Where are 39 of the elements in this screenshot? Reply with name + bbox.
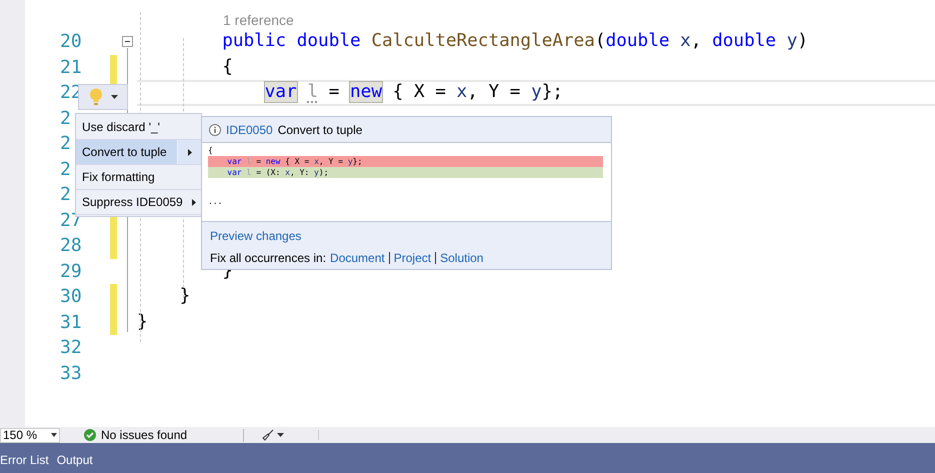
scope-link[interactable]: Solution xyxy=(440,249,484,267)
line-number: 33 xyxy=(60,362,81,386)
codelens-text[interactable]: 1 reference xyxy=(223,10,294,31)
code-line: var l = new { X = x, Y = y}; xyxy=(264,81,564,104)
line-number: 2 xyxy=(60,106,72,131)
caret-icon xyxy=(51,433,57,437)
line-number: 2 xyxy=(60,158,72,182)
line-number: 30 xyxy=(60,285,81,310)
zoom-dropdown[interactable]: 150 % xyxy=(0,428,60,442)
code-line: { xyxy=(208,145,214,156)
line-number: 29 xyxy=(60,260,81,284)
scope-link[interactable]: Project xyxy=(394,249,432,267)
line-number: 28 xyxy=(60,234,81,258)
diagnostic-id-link[interactable]: IDE0050 xyxy=(226,120,273,138)
info-icon xyxy=(209,124,221,136)
line-number: 31 xyxy=(60,310,81,335)
line-number: 32 xyxy=(60,336,81,360)
panel-tab[interactable]: Output xyxy=(56,451,93,469)
fix-all-label: Fix all occurrences in: xyxy=(210,250,326,267)
caret-icon xyxy=(110,95,118,99)
code-line: ... xyxy=(208,196,224,207)
issues-status[interactable]: No issues found xyxy=(101,426,188,444)
panel-tab[interactable]: Error List xyxy=(0,451,49,469)
preview-changes-link[interactable]: Preview changes xyxy=(210,227,302,245)
code-line: } xyxy=(180,285,190,308)
collapse-icon[interactable] xyxy=(122,36,132,48)
line-number: 2 xyxy=(60,132,72,156)
check-icon xyxy=(84,429,96,441)
code-line: { xyxy=(222,56,233,79)
line-number: 21 xyxy=(60,56,81,80)
brush-icon[interactable] xyxy=(262,429,274,441)
line-number: 20 xyxy=(60,30,81,54)
lightbulb-icon xyxy=(88,88,102,106)
caret-icon[interactable] xyxy=(277,433,284,437)
code-line: public double CalculteRectangleArea(double x, double y) xyxy=(222,30,808,54)
menu-item[interactable]: Convert to tuple xyxy=(76,140,201,165)
preview-title: Convert to tuple xyxy=(278,122,362,138)
scope-link[interactable]: Document xyxy=(330,249,385,267)
line-number: 2 xyxy=(60,183,72,208)
